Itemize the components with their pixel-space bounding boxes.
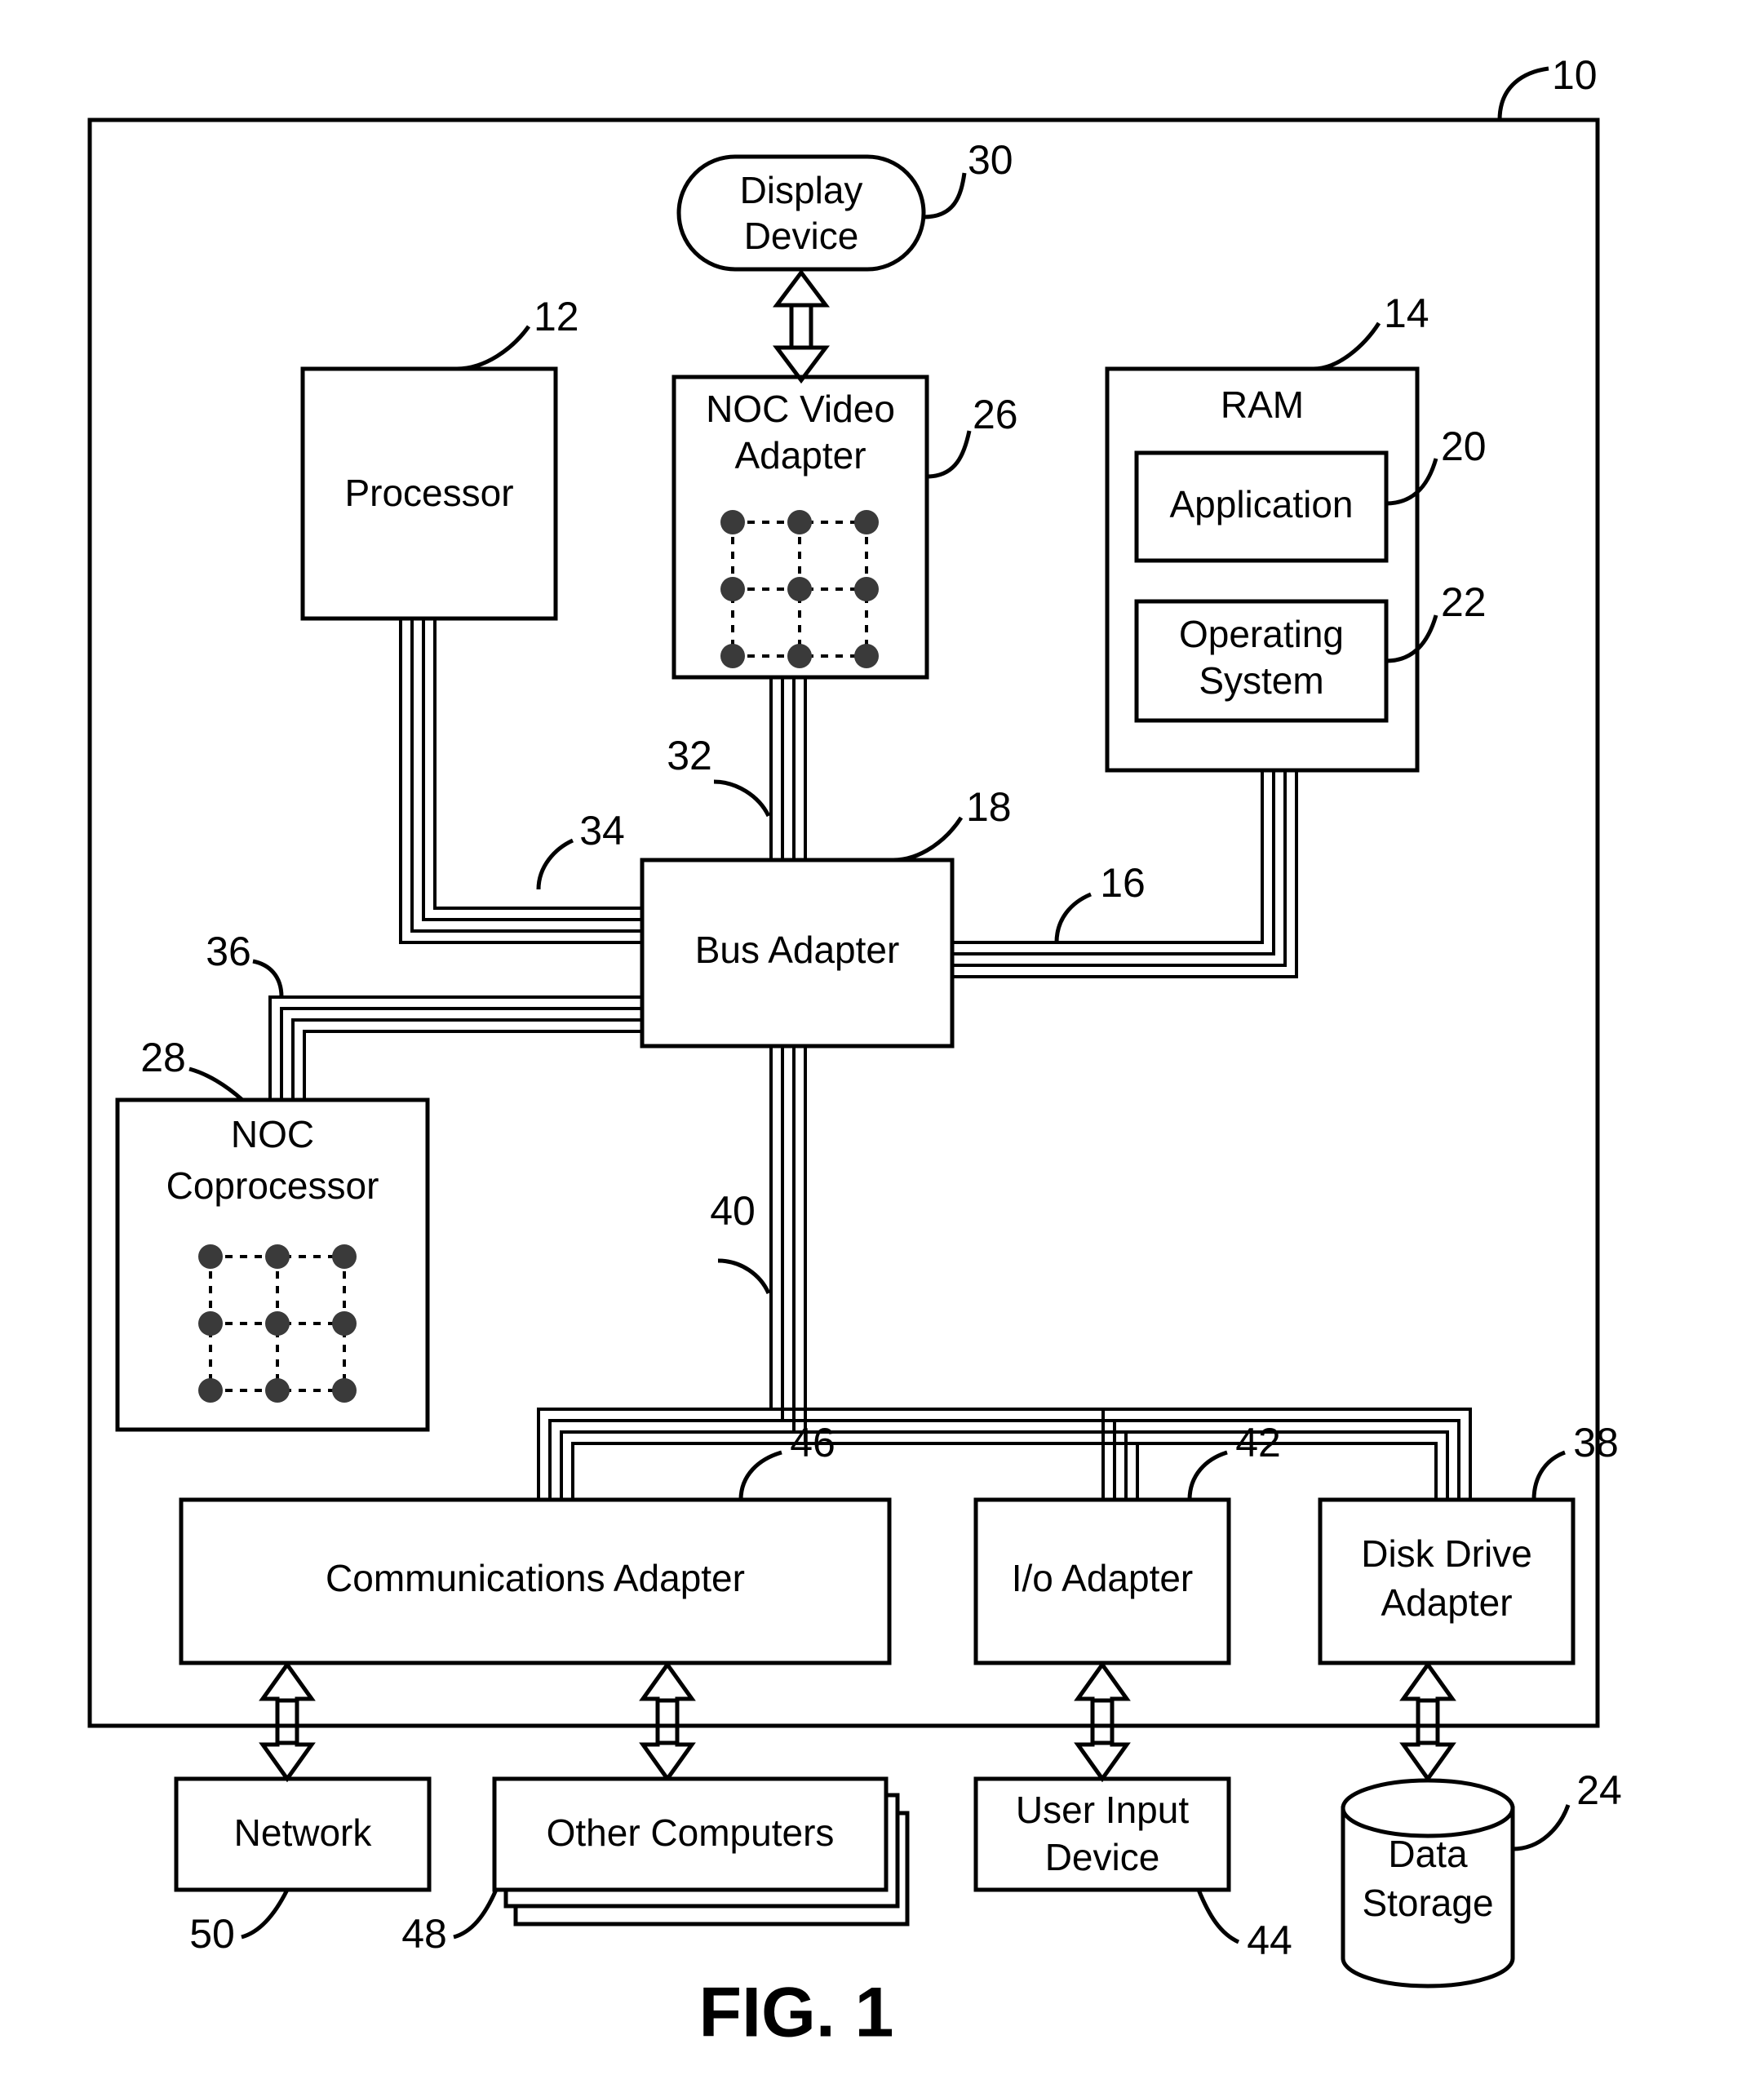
disk-to-data-storage-double-arrow — [1399, 1660, 1456, 1783]
communications-adapter-label: Communications Adapter — [326, 1557, 745, 1599]
noc-video-adapter-label-line2: Adapter — [734, 434, 866, 477]
leader-line-application — [1385, 458, 1438, 506]
ref-label-50: 50 — [189, 1911, 235, 1957]
ref-label-48: 48 — [401, 1911, 447, 1957]
application-label: Application — [1169, 483, 1353, 525]
figure-1-block-diagram: 10 Display Device 30 NOC Video Adapter 2… — [87, 52, 1622, 2052]
ram-label: RAM — [1221, 384, 1304, 426]
ref-label-16: 16 — [1100, 860, 1146, 906]
ref-label-44: 44 — [1247, 1918, 1292, 1963]
display-video-double-arrow — [773, 268, 830, 384]
ref-label-28: 28 — [140, 1035, 186, 1080]
noc-coprocessor-label-line1: NOC — [231, 1113, 314, 1155]
ref-label-12: 12 — [534, 294, 579, 339]
disk-drive-adapter-label-line2: Adapter — [1381, 1581, 1512, 1624]
leader-line-bus-16 — [1054, 892, 1092, 943]
leader-line-io-adapter — [1187, 1450, 1228, 1501]
user-input-device-label-line1: User Input — [1016, 1789, 1189, 1831]
noc-coprocessor-mesh-icon — [198, 1244, 357, 1403]
ref-label-34: 34 — [579, 808, 625, 853]
leader-line-communications-adapter — [738, 1450, 782, 1501]
bus-34-processor — [399, 619, 642, 944]
io-to-user-input-double-arrow — [1074, 1660, 1131, 1783]
ref-label-18: 18 — [966, 784, 1012, 830]
leader-line-ram — [1313, 321, 1381, 371]
leader-line-user-input-device — [1196, 1889, 1240, 1944]
network-label: Network — [234, 1811, 373, 1854]
operating-system-label-line1: Operating — [1179, 613, 1344, 655]
io-adapter-label: I/o Adapter — [1012, 1557, 1194, 1599]
operating-system-label-line2: System — [1199, 659, 1323, 702]
data-storage-label-line1: Data — [1388, 1833, 1468, 1875]
leader-line-bus-36 — [252, 959, 284, 998]
ref-label-36: 36 — [206, 929, 251, 974]
noc-coprocessor-label-line2: Coprocessor — [166, 1164, 379, 1207]
bus-36-coprocessor — [268, 995, 642, 1100]
ref-label-32: 32 — [667, 733, 712, 778]
leader-line-disk-drive-adapter — [1531, 1450, 1566, 1501]
display-device-label-line2: Device — [744, 215, 859, 257]
leader-line-noc-video-adapter — [926, 430, 972, 479]
processor-label: Processor — [344, 472, 513, 514]
ref-label-40: 40 — [710, 1188, 756, 1234]
noc-video-adapter-label-line1: NOC Video — [706, 388, 895, 430]
noc-video-adapter-mesh-icon — [720, 510, 879, 668]
comm-to-other-computers-double-arrow — [639, 1660, 696, 1783]
computer-outer-frame — [87, 117, 1600, 1728]
bus-40-expansion — [537, 1046, 1472, 1500]
other-computers-label: Other Computers — [547, 1811, 835, 1854]
ref-label-10: 10 — [1552, 52, 1598, 98]
comm-to-network-double-arrow — [259, 1660, 316, 1783]
ref-label-22: 22 — [1441, 579, 1487, 625]
figure-caption: FIG. 1 — [699, 1974, 894, 2052]
display-device-label-line1: Display — [740, 169, 863, 211]
leader-line-bus-32 — [713, 779, 771, 818]
ref-label-24: 24 — [1576, 1767, 1622, 1813]
leader-line-processor — [456, 325, 531, 371]
ref-label-20: 20 — [1441, 423, 1487, 469]
leader-line-noc-coprocessor — [188, 1066, 244, 1102]
bus-32-video — [769, 677, 807, 860]
bus-adapter-label: Bus Adapter — [695, 929, 900, 971]
leader-line-display-device — [923, 172, 967, 219]
leader-line-operating-system — [1385, 614, 1438, 663]
ram-box — [1105, 366, 1420, 773]
leader-line-network — [241, 1888, 290, 1940]
leader-line-other-computers — [453, 1888, 499, 1940]
ref-label-14: 14 — [1384, 290, 1429, 336]
disk-drive-adapter-label-line1: Disk Drive — [1361, 1532, 1532, 1575]
leader-line-bus-34 — [536, 838, 574, 890]
ref-label-42: 42 — [1235, 1420, 1281, 1465]
leader-line-bus-adapter — [893, 816, 964, 862]
ref-label-26: 26 — [973, 392, 1018, 437]
user-input-device-label-line2: Device — [1045, 1836, 1160, 1878]
ref-label-30: 30 — [968, 137, 1013, 183]
leader-line-data-storage — [1512, 1804, 1571, 1851]
ref-label-46: 46 — [790, 1420, 835, 1465]
data-storage-label-line2: Storage — [1362, 1882, 1493, 1924]
ref-label-38: 38 — [1573, 1420, 1619, 1465]
leader-line-outer-frame — [1497, 66, 1549, 121]
leader-line-bus-40 — [717, 1258, 771, 1295]
